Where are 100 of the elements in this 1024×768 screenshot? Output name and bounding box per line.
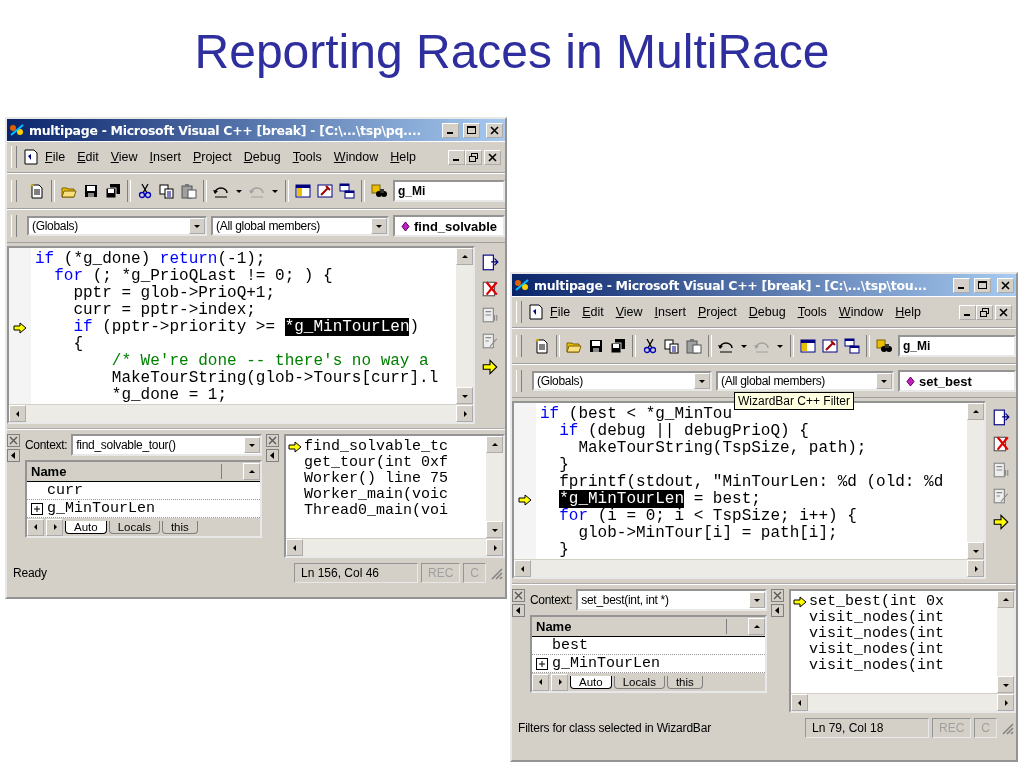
stack-frame[interactable]: visit_nodes(int [809, 658, 945, 674]
menu-item[interactable]: View [104, 148, 144, 166]
copy-icon[interactable] [159, 183, 175, 199]
document-icon[interactable] [23, 149, 39, 165]
minimize-button[interactable] [442, 122, 459, 138]
menu-item[interactable]: File [39, 148, 72, 166]
menu-item[interactable]: Tools [791, 303, 833, 321]
stack-frame[interactable]: get_tour(int 0xf [304, 455, 449, 471]
stack-frame[interactable]: visit_nodes(int [809, 642, 945, 658]
stack-frame[interactable]: set_best(int 0x [809, 594, 945, 610]
menu-item[interactable]: Project [691, 303, 743, 321]
toolbar-grip[interactable] [516, 370, 522, 392]
tab[interactable]: Locals [613, 675, 665, 689]
close-button[interactable] [995, 304, 1012, 320]
close-button[interactable] [997, 277, 1014, 293]
windows-icon[interactable] [844, 338, 860, 354]
save-all-icon[interactable] [105, 183, 121, 199]
toolbar-grip[interactable] [516, 301, 522, 323]
resize-grip-icon[interactable] [1000, 721, 1014, 735]
step-into-icon[interactable] [481, 254, 499, 272]
edit-page-icon[interactable] [992, 487, 1010, 505]
maximize-icon[interactable] [978, 280, 987, 290]
restore-icon[interactable] [980, 307, 989, 317]
pin-icon[interactable] [7, 449, 20, 462]
minimize-button[interactable] [953, 277, 970, 293]
binoculars-icon[interactable] [371, 183, 387, 199]
menu-item[interactable]: Tools [286, 148, 328, 166]
toolbar-grip[interactable] [11, 180, 17, 202]
vertical-scrollbar[interactable] [456, 248, 473, 404]
horizontal-scrollbar[interactable] [286, 538, 503, 556]
member-filter-dropdown[interactable]: (All global members) [211, 216, 389, 236]
copy-icon[interactable] [664, 338, 680, 354]
stop-debugging-icon[interactable] [481, 280, 499, 298]
class-filter-dropdown[interactable]: (Globals) [27, 216, 207, 236]
expand-icon[interactable] [536, 657, 548, 670]
save-icon[interactable] [588, 338, 604, 354]
workspace-icon[interactable] [295, 183, 311, 199]
save-icon[interactable] [83, 183, 99, 199]
stop-debugging-icon[interactable] [992, 435, 1010, 453]
member-dropdown[interactable]: find_solvable [393, 215, 505, 237]
menu-item[interactable]: Edit [71, 148, 105, 166]
context-dropdown[interactable]: find_solvable_tour() [71, 434, 262, 456]
member-dropdown[interactable]: set_best [898, 370, 1016, 392]
pin-icon[interactable] [771, 604, 784, 617]
restore-button[interactable] [976, 304, 993, 320]
tab[interactable]: Auto [570, 675, 612, 689]
context-dropdown[interactable]: set_best(int, int *) [576, 589, 767, 611]
stack-frame[interactable]: Worker() line 75 [304, 471, 449, 487]
menu-item[interactable]: Window [832, 303, 890, 321]
maximize-button[interactable] [974, 277, 991, 293]
scroll-right-button[interactable] [46, 518, 63, 536]
resize-grip-icon[interactable] [489, 566, 503, 580]
stack-frame[interactable]: visit_nodes(int [809, 610, 945, 626]
close-icon[interactable] [490, 125, 499, 135]
save-all-icon[interactable] [610, 338, 626, 354]
toolbar-grip[interactable] [516, 335, 522, 357]
maximize-icon[interactable] [467, 125, 476, 135]
vertical-scrollbar[interactable] [486, 436, 503, 538]
close-icon[interactable] [1001, 280, 1010, 290]
show-next-statement-icon[interactable] [481, 358, 499, 376]
tab[interactable]: this [161, 520, 198, 534]
pin-icon[interactable] [266, 449, 279, 462]
restore-icon[interactable] [469, 152, 478, 162]
menu-item[interactable]: Edit [576, 303, 610, 321]
minimize-button[interactable] [959, 304, 976, 320]
restore-button[interactable] [465, 149, 482, 165]
expand-icon[interactable] [31, 502, 43, 515]
code-editor[interactable] [7, 246, 475, 424]
paste-icon[interactable] [686, 338, 702, 354]
scissors-icon[interactable] [137, 183, 153, 199]
scroll-left-button[interactable] [27, 518, 44, 536]
menu-item[interactable]: Project [186, 148, 238, 166]
close-icon[interactable] [488, 152, 497, 162]
hammer-icon[interactable] [822, 338, 838, 354]
horizontal-scrollbar[interactable] [791, 693, 1014, 711]
toolbar-grip[interactable] [11, 146, 17, 168]
binoculars-icon[interactable] [876, 338, 892, 354]
vertical-scrollbar[interactable] [967, 403, 984, 559]
windows-icon[interactable] [339, 183, 355, 199]
menu-item[interactable]: Help [889, 303, 928, 321]
page-icon[interactable] [992, 461, 1010, 479]
paste-icon[interactable] [181, 183, 197, 199]
page-icon[interactable] [481, 306, 499, 324]
edit-page-icon[interactable] [481, 332, 499, 350]
tab[interactable]: Auto [65, 520, 107, 534]
find-field[interactable]: g_Mi [898, 335, 1016, 357]
document-icon[interactable] [528, 304, 544, 320]
horizontal-scrollbar[interactable] [9, 404, 473, 422]
maximize-button[interactable] [463, 122, 480, 138]
vertical-scrollbar[interactable] [997, 591, 1014, 693]
close-icon[interactable] [999, 307, 1008, 317]
menu-item[interactable]: View [609, 303, 649, 321]
stack-frame[interactable]: find_solvable_tc [304, 439, 449, 455]
toolbar-grip[interactable] [11, 215, 17, 237]
scissors-icon[interactable] [642, 338, 658, 354]
stack-frame[interactable]: Worker_main(voic [304, 487, 449, 503]
find-field[interactable]: g_Mi [393, 180, 505, 202]
horizontal-scrollbar[interactable] [514, 559, 984, 577]
tab[interactable]: Locals [108, 520, 160, 534]
hammer-icon[interactable] [317, 183, 333, 199]
